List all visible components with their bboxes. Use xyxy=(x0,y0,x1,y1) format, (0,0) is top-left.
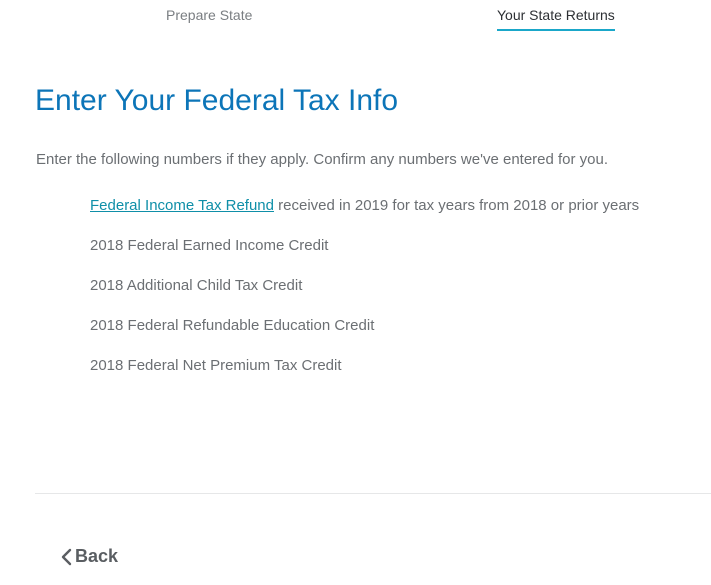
list-item-additional-child-tax-credit: 2018 Additional Child Tax Credit xyxy=(90,277,303,294)
federal-income-tax-refund-link[interactable]: Federal Income Tax Refund xyxy=(90,197,274,214)
back-button[interactable]: Back xyxy=(61,546,118,567)
list-item-federal-refund: Federal Income Tax Refund received in 20… xyxy=(90,197,639,237)
list-item-earned-income-credit: 2018 Federal Earned Income Credit xyxy=(90,237,329,254)
intro-text: Enter the following numbers if they appl… xyxy=(36,151,609,168)
federal-refund-description: received in 2019 for tax years from 2018… xyxy=(274,197,640,214)
chevron-left-icon xyxy=(61,548,72,565)
back-label: Back xyxy=(75,546,119,566)
footer-divider xyxy=(35,493,711,494)
tab-prepare-state[interactable]: Prepare State xyxy=(166,7,252,23)
federal-info-list: Federal Income Tax Refund received in 20… xyxy=(90,197,639,397)
list-item-premium-tax-credit: 2018 Federal Net Premium Tax Credit xyxy=(90,357,342,374)
list-item-education-credit: 2018 Federal Refundable Education Credit xyxy=(90,317,375,334)
tab-your-state-returns[interactable]: Your State Returns xyxy=(497,7,615,31)
page-title: Enter Your Federal Tax Info xyxy=(35,84,399,117)
step-tabs: Prepare State Your State Returns xyxy=(0,0,711,34)
